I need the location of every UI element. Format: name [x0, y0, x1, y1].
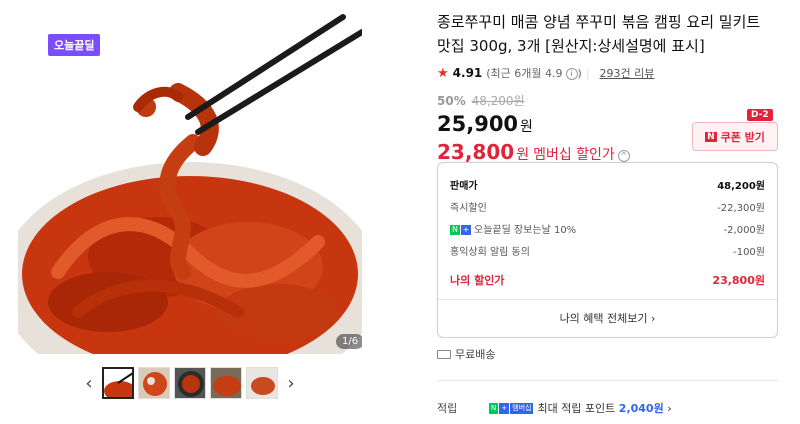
points-row: 적립 N + 멤버십 최대 적립 포인트 2,040원 ›	[437, 400, 672, 416]
thumbnail-5[interactable]	[246, 367, 278, 399]
benefit-row: 홍익상회 알림 동의 -100원	[450, 239, 765, 261]
thumbnail-3[interactable]	[174, 367, 206, 399]
octopus-dish-image	[18, 12, 362, 354]
truck-icon	[437, 349, 451, 359]
benefit-label: N + 오늘끝딜 장보는날 10%	[450, 224, 577, 236]
product-main-image[interactable]: 오늘끝딜 1/6	[18, 12, 362, 354]
original-price: 48,200원	[471, 94, 525, 108]
chevron-right-icon[interactable]: ›	[282, 367, 300, 399]
thumbnail-2[interactable]	[138, 367, 170, 399]
today-deal-badge: 오늘끝딜	[48, 34, 101, 56]
benefit-value: -2,000원	[723, 224, 765, 236]
benefit-label: 판매가	[450, 180, 478, 192]
member-price-label: 멤버십 할인가	[533, 147, 615, 163]
coupon-label: 쿠폰 받기	[720, 130, 765, 144]
chevron-up-icon[interactable]: ^	[617, 150, 630, 162]
benefit-row: 즉시할인 -22,300원	[450, 195, 765, 217]
benefit-value: 48,200원	[717, 180, 765, 192]
benefit-box: 판매가 48,200원 즉시할인 -22,300원 N + 오늘끝딜 장보는날 10…	[437, 162, 778, 338]
divider	[438, 299, 777, 300]
benefit-label: 즉시할인	[450, 202, 487, 214]
discount-row: 50% 48,200원	[437, 92, 782, 108]
star-icon: ★	[437, 65, 449, 81]
chevron-left-icon[interactable]: ‹	[80, 367, 98, 399]
sale-price-unit: 원	[520, 119, 533, 135]
divider	[437, 380, 778, 381]
points-link[interactable]: 최대 적립 포인트 2,040원 ›	[537, 400, 671, 416]
benefit-row: N + 오늘끝딜 장보는날 10% -2,000원	[450, 217, 765, 239]
my-price-row: 나의 할인가 23,800원	[450, 269, 765, 291]
thumbnail-4[interactable]	[210, 367, 242, 399]
rating-value: 4.91	[452, 66, 483, 80]
image-counter: 1/6	[336, 334, 362, 349]
shipping-label: 무료배송	[455, 348, 496, 361]
naver-n-icon: N	[705, 131, 717, 142]
chevron-right-icon: ›	[667, 402, 672, 415]
chevron-right-icon: ›	[651, 312, 656, 325]
info-circle-icon[interactable]: i	[565, 68, 578, 80]
thumbnail-1[interactable]	[102, 367, 134, 399]
member-price-unit: 원	[516, 147, 530, 163]
benefit-value: -100원	[733, 246, 765, 258]
benefit-value: -22,300원	[717, 202, 765, 214]
view-all-benefits-link[interactable]: 나의 혜택 전체보기 ›	[450, 310, 765, 326]
rating-recent: (최근 6개월 4.9 i)	[486, 67, 582, 80]
discount-rate: 50%	[437, 94, 466, 108]
points-label: 적립	[437, 402, 458, 415]
shipping-row: 무료배송	[437, 346, 495, 362]
coupon-button[interactable]: N 쿠폰 받기	[692, 122, 778, 151]
my-price-label: 나의 할인가	[450, 274, 505, 287]
benefit-row: 판매가 48,200원	[450, 173, 765, 195]
naver-plus-icon: N +	[450, 224, 471, 235]
product-title: 종로쭈꾸미 매콤 양념 쭈꾸미 볶음 캠핑 요리 밀키트 맛집 300g, 3개…	[437, 13, 761, 55]
member-price: 23,800	[437, 140, 515, 164]
dday-badge: D-2	[747, 109, 773, 121]
thumbnail-strip: ‹ ›	[80, 365, 300, 401]
review-count-link[interactable]: 293건 리뷰	[600, 65, 655, 81]
benefit-label: 홍익상회 알림 동의	[450, 246, 530, 258]
my-price-value: 23,800원	[712, 274, 765, 287]
divider: |	[585, 66, 590, 80]
naver-membership-icon: N + 멤버십	[489, 402, 534, 414]
rating-row: ★ 4.91 (최근 6개월 4.9 i) | 293건 리뷰	[437, 64, 782, 82]
sale-price: 25,900	[437, 112, 519, 136]
